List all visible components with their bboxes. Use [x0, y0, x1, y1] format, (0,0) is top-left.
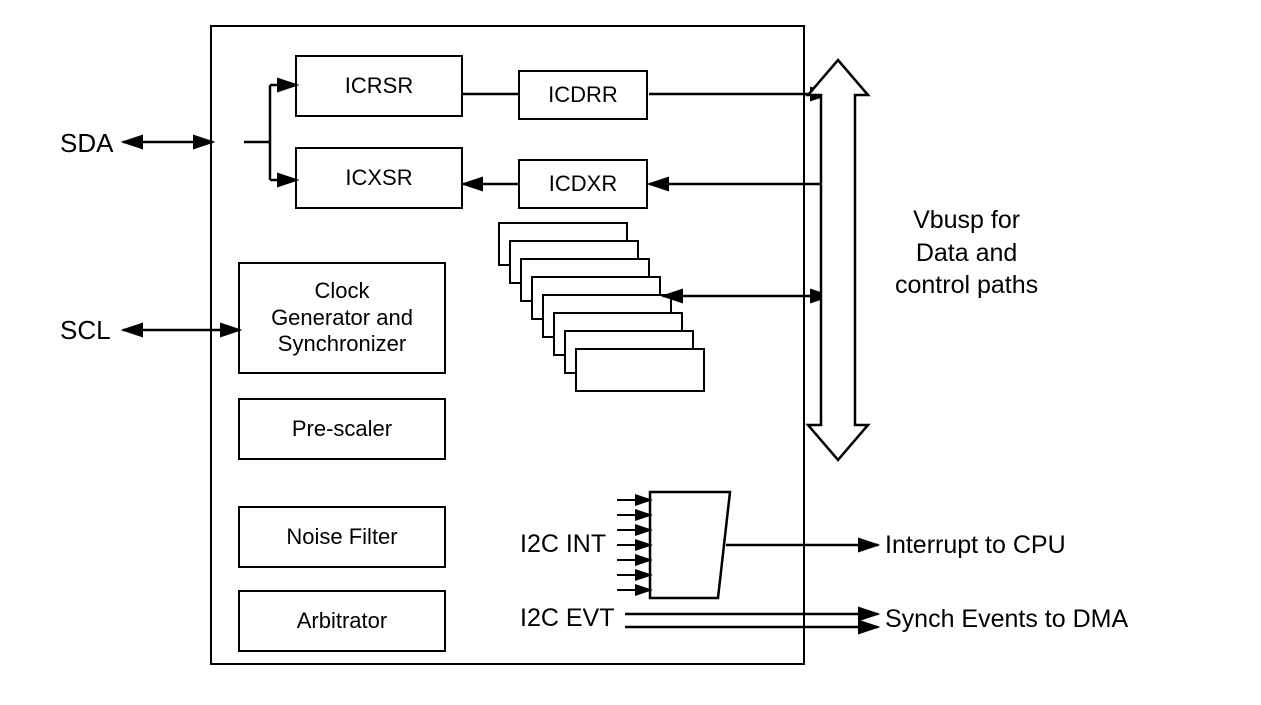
clock-text: Clock Generator and Synchronizer [271, 278, 413, 357]
interrupt-cpu-label: Interrupt to CPU [885, 531, 1066, 560]
arbitrator-text: Arbitrator [297, 608, 387, 634]
prescaler-block: Pre-scaler [238, 398, 446, 460]
stack-rect-8 [575, 348, 705, 392]
noise-filter-block: Noise Filter [238, 506, 446, 568]
icrsr-block: ICRSR [295, 55, 463, 117]
arbitrator-block: Arbitrator [238, 590, 446, 652]
scl-label: SCL [60, 315, 111, 346]
icdxr-text: ICDXR [549, 171, 617, 197]
clock-block: Clock Generator and Synchronizer [238, 262, 446, 374]
prescaler-text: Pre-scaler [292, 416, 392, 442]
icdrr-block: ICDRR [518, 70, 648, 120]
icxsr-block: ICXSR [295, 147, 463, 209]
synch-dma-label: Synch Events to DMA [885, 605, 1128, 634]
icdrr-text: ICDRR [548, 82, 618, 108]
vbusp-label: Vbusp for Data and control paths [895, 204, 1038, 302]
sda-label: SDA [60, 128, 113, 159]
i2c-evt-label: I2C EVT [520, 604, 614, 633]
noise-filter-text: Noise Filter [286, 524, 397, 550]
icdxr-block: ICDXR [518, 159, 648, 209]
icrsr-text: ICRSR [345, 73, 413, 99]
i2c-int-label: I2C INT [520, 530, 606, 559]
icxsr-text: ICXSR [345, 165, 412, 191]
i2c-block-diagram: SDA SCL Vbusp for Data and control paths… [0, 0, 1261, 705]
